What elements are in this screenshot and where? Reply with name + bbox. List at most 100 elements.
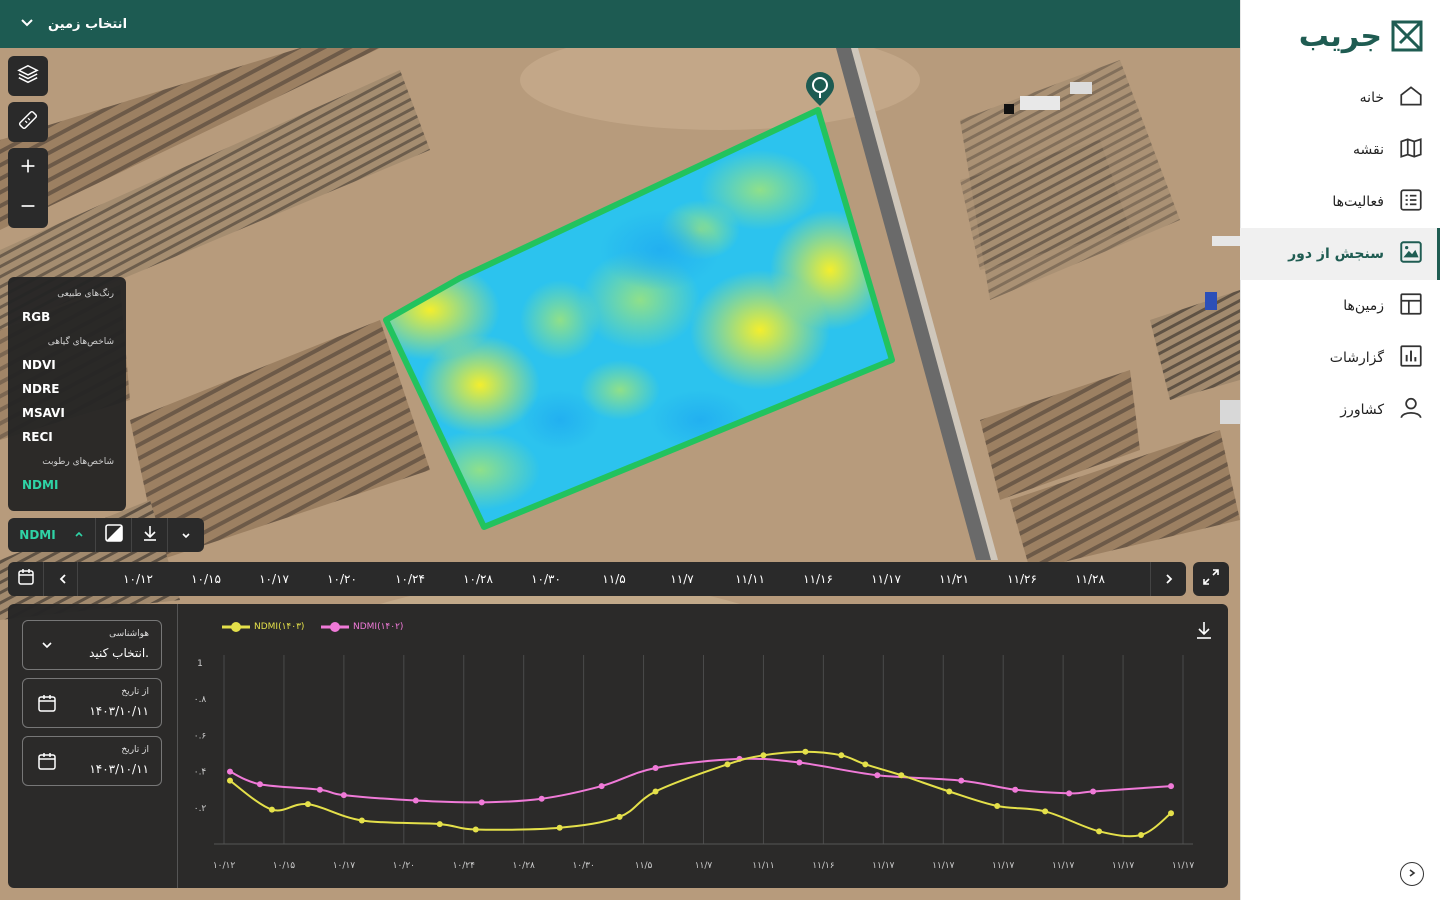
series-0-point — [1168, 810, 1175, 817]
series-line-1 — [229, 757, 1172, 804]
contrast-button[interactable] — [96, 518, 132, 552]
land-select-dropdown[interactable]: انتخاب زمین — [20, 12, 127, 36]
sidebar-item-label: کشاورز — [1340, 402, 1384, 418]
series-1-point — [478, 799, 485, 806]
weather-select[interactable]: هواشناسی انتخاب کنید. — [22, 620, 162, 670]
series-1-point — [652, 764, 659, 771]
index-option-reci[interactable]: RECI — [20, 425, 114, 449]
timeline-date[interactable]: ۱۱/۱۱ — [735, 562, 765, 596]
activities-icon — [1398, 187, 1424, 217]
y-tick-label: 1 — [197, 659, 203, 669]
remote-sensing-icon — [1398, 239, 1424, 269]
sidebar-item-label: زمین‌ها — [1343, 298, 1384, 314]
measure-button[interactable] — [8, 102, 48, 142]
collapse-sidebar-button[interactable] — [1400, 862, 1424, 886]
sidebar: جریب خانه نقشه فعالیت‌ها سنجش از دور زمین‌ها… — [1240, 0, 1440, 900]
sidebar-item-remote-sensing[interactable]: سنجش از دور — [1240, 228, 1440, 280]
timeline-date[interactable]: ۱۰/۱۲ — [123, 562, 153, 596]
sidebar-item-lands[interactable]: زمین‌ها — [1240, 280, 1440, 332]
sidebar-item-reports[interactable]: گزارشات — [1240, 332, 1440, 384]
index-option-ndvi[interactable]: NDVI — [20, 353, 114, 377]
x-tick-label: ۱۱/۱۷ — [872, 861, 895, 871]
series-1-point — [1168, 783, 1175, 790]
series-0-point — [1096, 828, 1103, 835]
timeline-date[interactable]: ۱۱/۱۶ — [803, 562, 833, 596]
layers-icon — [17, 63, 39, 89]
expand-icon — [1202, 568, 1220, 590]
group-natural-colors: رنگ‌های طبیعی — [57, 289, 114, 299]
x-tick-label: ۱۱/۱۷ — [1052, 861, 1075, 871]
index-option-ndmi[interactable]: NDMI — [20, 473, 114, 497]
sidebar-item-activities[interactable]: فعالیت‌ها — [1240, 176, 1440, 228]
more-options-button[interactable] — [168, 518, 204, 552]
zoom-in-button[interactable] — [8, 148, 48, 188]
series-0-point — [436, 821, 443, 828]
sidebar-item-label: خانه — [1359, 90, 1384, 106]
timeline-date[interactable]: ۱۱/۷ — [670, 562, 693, 596]
top-bar: انتخاب زمین — [0, 0, 1240, 48]
download-map-button[interactable] — [132, 518, 168, 552]
series-0-point — [556, 824, 563, 831]
y-tick-label: ۰.۴ — [194, 768, 207, 778]
calendar-icon — [17, 568, 35, 590]
farmer-icon — [1398, 395, 1424, 425]
x-tick-label: ۱۱/۱۷ — [1172, 861, 1195, 871]
sidebar-item-farmer[interactable]: کشاورز — [1240, 384, 1440, 436]
series-0-point — [724, 761, 731, 768]
sidebar-item-label: فعالیت‌ها — [1332, 194, 1384, 210]
series-1-point — [256, 781, 263, 788]
date-timeline: ۱۰/۱۲ ۱۰/۱۵ ۱۰/۱۷ ۱۰/۲۰ ۱۰/۲۴ ۱۰/۲۸ ۱۰/۳۰ ۱۱/۵ ۱… — [8, 562, 1186, 596]
index-option-rgb[interactable]: RGB — [20, 305, 114, 329]
x-tick-label: ۱۱/۱۷ — [1112, 861, 1135, 871]
x-tick-label: ۱۱/۱۱ — [752, 861, 774, 871]
x-tick-label: ۱۰/۱۷ — [333, 861, 356, 871]
group-moisture-indices: شاخص‌های رطوبت — [42, 457, 114, 467]
timeline-date[interactable]: ۱۱/۱۷ — [871, 562, 901, 596]
series-1-point — [316, 786, 323, 793]
layers-button[interactable] — [8, 56, 48, 96]
from-date-field-1[interactable]: از تاریخ ۱۴۰۳/۱۰/۱۱ — [22, 678, 162, 728]
x-tick-label: ۱۱/۱۷ — [932, 861, 955, 871]
timeline-next-button[interactable] — [1150, 562, 1186, 596]
chevron-left-icon — [58, 570, 68, 589]
index-option-ndre[interactable]: NDRE — [20, 377, 114, 401]
timeline-date[interactable]: ۱۰/۲۴ — [395, 562, 425, 596]
x-tick-label: ۱۱/۱۶ — [812, 861, 835, 871]
chevron-up-icon — [74, 528, 84, 542]
from-date-value: ۱۴۰۳/۱۰/۱۱ — [89, 762, 149, 776]
chevron-right-icon — [1164, 570, 1174, 589]
lands-icon — [1398, 291, 1424, 321]
contrast-icon — [104, 524, 123, 546]
timeline-date[interactable]: ۱۱/۲۶ — [1007, 562, 1037, 596]
series-1-point — [412, 797, 419, 804]
fullscreen-button[interactable] — [1193, 562, 1229, 596]
map-icon — [1398, 135, 1424, 165]
timeline-date[interactable]: ۱۰/۲۰ — [327, 562, 357, 596]
brand[interactable]: جریب — [1299, 14, 1424, 58]
zoom-out-button[interactable] — [8, 188, 48, 228]
timeline-date[interactable]: ۱۱/۲۸ — [1075, 562, 1105, 596]
calendar-button[interactable] — [8, 562, 44, 596]
index-option-msavi[interactable]: MSAVI — [20, 401, 114, 425]
timeline-date[interactable]: ۱۱/۵ — [602, 562, 625, 596]
timeline-date[interactable]: ۱۰/۲۸ — [463, 562, 493, 596]
x-tick-label: ۱۰/۳۰ — [572, 861, 594, 871]
series-1-point — [340, 792, 347, 799]
weather-value: انتخاب کنید. — [89, 646, 149, 660]
timeline-date[interactable]: ۱۰/۱۷ — [259, 562, 289, 596]
from-date-label: از تاریخ — [121, 687, 149, 697]
calendar-icon — [37, 693, 57, 713]
current-index-button[interactable]: NDMI — [8, 518, 96, 552]
brand-logo-icon — [1390, 19, 1424, 53]
series-0-point — [862, 761, 869, 768]
y-tick-label: ۰.۲ — [194, 804, 207, 814]
sidebar-item-home[interactable]: خانه — [1240, 72, 1440, 124]
timeline-prev-button[interactable] — [48, 562, 78, 596]
from-date-field-2[interactable]: از تاریخ ۱۴۰۳/۱۰/۱۱ — [22, 736, 162, 786]
timeline-date[interactable]: ۱۰/۳۰ — [531, 562, 561, 596]
timeline-date[interactable]: ۱۰/۱۵ — [191, 562, 221, 596]
sidebar-item-map[interactable]: نقشه — [1240, 124, 1440, 176]
timeline-date[interactable]: ۱۱/۲۱ — [939, 562, 969, 596]
sidebar-item-label: گزارشات — [1329, 350, 1384, 366]
series-1-point — [538, 795, 545, 802]
